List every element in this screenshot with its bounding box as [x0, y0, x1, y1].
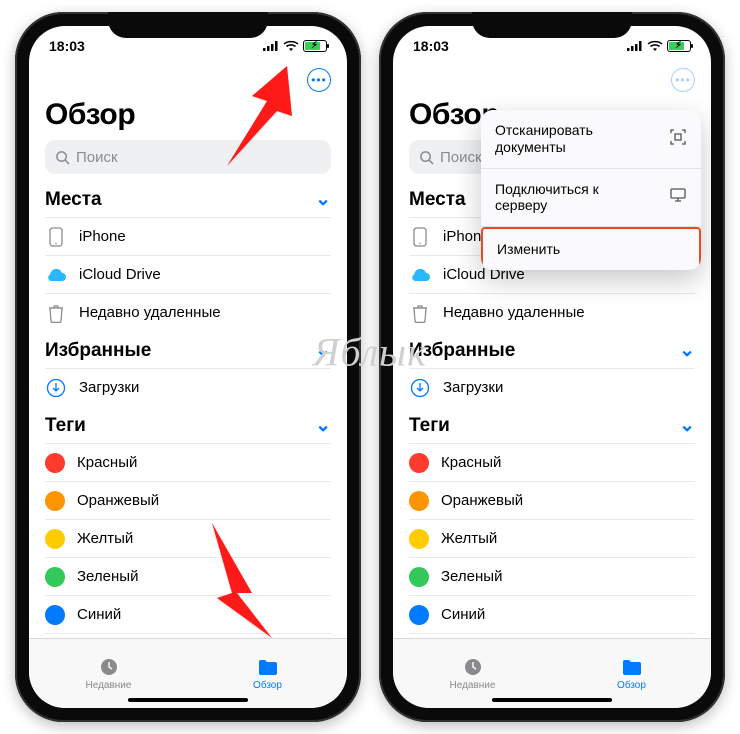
- phone-right: 18:03 ⚡︎ ••• Обзор Поиск Места⌄ iPhone i…: [379, 12, 725, 722]
- cloud-icon: [45, 268, 67, 282]
- tag-dot-icon: [45, 491, 65, 511]
- section-header-tags[interactable]: Теги⌄: [409, 414, 695, 437]
- tag-purple[interactable]: Лиловый: [409, 633, 695, 638]
- wifi-icon: [283, 40, 299, 52]
- place-iphone[interactable]: iPhone: [45, 217, 331, 255]
- menu-edit[interactable]: Изменить: [481, 227, 701, 270]
- cellular-icon: [627, 41, 643, 51]
- more-button[interactable]: •••: [307, 68, 331, 92]
- chevron-down-icon: ⌄: [315, 339, 331, 362]
- context-menu: Отсканировать документы Подключиться к с…: [481, 110, 701, 270]
- annotation-arrow: [197, 66, 307, 181]
- phone-left: 18:03 ⚡︎ ••• Обзор Поиск Места ⌄: [15, 12, 361, 722]
- notch: [472, 12, 632, 38]
- chevron-down-icon: ⌄: [315, 188, 331, 211]
- menu-connect-server[interactable]: Подключиться к серверу: [481, 169, 701, 228]
- trash-icon: [45, 303, 67, 323]
- status-time: 18:03: [413, 38, 449, 54]
- search-icon: [419, 150, 434, 165]
- folder-icon: [620, 656, 644, 678]
- tag-dot-icon: [45, 567, 65, 587]
- tag-orange[interactable]: Оранжевый: [409, 481, 695, 519]
- search-placeholder: Поиск: [76, 149, 118, 166]
- tag-dot-icon: [45, 453, 65, 473]
- tag-dot-icon: [409, 453, 429, 473]
- tag-dot-icon: [45, 529, 65, 549]
- place-trash[interactable]: Недавно удаленные: [45, 293, 331, 331]
- server-icon: [669, 187, 687, 207]
- section-header-tags[interactable]: Теги ⌄: [45, 414, 331, 437]
- cellular-icon: [263, 41, 279, 51]
- tag-dot-icon: [409, 491, 429, 511]
- status-time: 18:03: [49, 38, 85, 54]
- clock-icon: [97, 656, 121, 678]
- section-header-favorites[interactable]: Избранные⌄: [409, 339, 695, 362]
- trash-icon: [409, 303, 431, 323]
- tag-dot-icon: [45, 605, 65, 625]
- menu-scan-documents[interactable]: Отсканировать документы: [481, 110, 701, 169]
- home-indicator: [128, 698, 248, 702]
- notch: [108, 12, 268, 38]
- tag-red[interactable]: Красный: [45, 443, 331, 481]
- search-placeholder: Поиск: [440, 149, 482, 166]
- cloud-icon: [409, 268, 431, 282]
- tag-dot-icon: [409, 567, 429, 587]
- place-trash[interactable]: Недавно удаленные: [409, 293, 695, 331]
- chevron-down-icon: ⌄: [679, 414, 695, 437]
- scan-icon: [669, 128, 687, 150]
- search-icon: [55, 150, 70, 165]
- chevron-down-icon: ⌄: [679, 339, 695, 362]
- tag-blue[interactable]: Синий: [409, 595, 695, 633]
- battery-icon: ⚡︎: [303, 40, 327, 52]
- wifi-icon: [647, 40, 663, 52]
- tag-yellow[interactable]: Желтый: [409, 519, 695, 557]
- section-header-favorites[interactable]: Избранные ⌄: [45, 339, 331, 362]
- tag-dot-icon: [409, 529, 429, 549]
- chevron-down-icon: ⌄: [315, 414, 331, 437]
- download-icon: [409, 378, 431, 398]
- more-button[interactable]: •••: [671, 68, 695, 92]
- folder-icon: [256, 656, 280, 678]
- clock-icon: [461, 656, 485, 678]
- favorite-downloads[interactable]: Загрузки: [409, 368, 695, 406]
- tag-green[interactable]: Зеленый: [409, 557, 695, 595]
- favorite-downloads[interactable]: Загрузки: [45, 368, 331, 406]
- download-icon: [45, 378, 67, 398]
- tag-red[interactable]: Красный: [409, 443, 695, 481]
- home-indicator: [492, 698, 612, 702]
- phone-icon: [45, 227, 67, 247]
- tag-dot-icon: [409, 605, 429, 625]
- annotation-arrow: [182, 513, 292, 638]
- place-icloud[interactable]: iCloud Drive: [45, 255, 331, 293]
- battery-icon: ⚡︎: [667, 40, 691, 52]
- phone-icon: [409, 227, 431, 247]
- section-header-places[interactable]: Места ⌄: [45, 188, 331, 211]
